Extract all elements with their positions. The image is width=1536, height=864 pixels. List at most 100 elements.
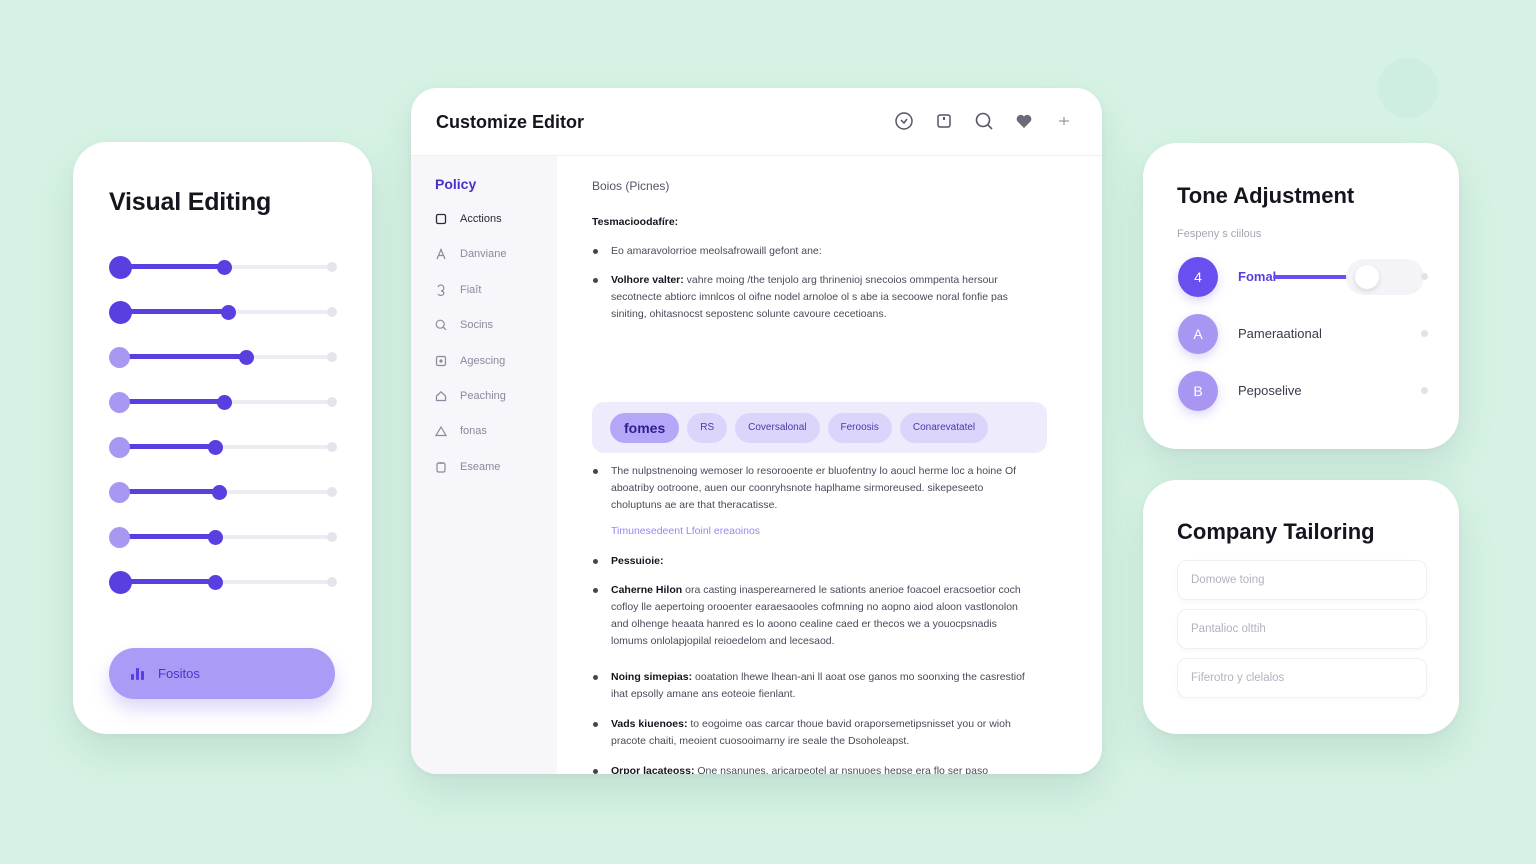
avatar: B	[1178, 371, 1218, 411]
slider-handle[interactable]	[208, 575, 223, 590]
bookmark-icon[interactable]	[934, 111, 954, 131]
company-tailoring-title: Company Tailoring	[1177, 519, 1375, 544]
home-icon	[435, 390, 447, 402]
customize-editor-window: Customize Editor Policy Acctions Danviane…	[411, 88, 1102, 774]
company-field-2[interactable]	[1177, 609, 1427, 649]
slider-start-handle[interactable]	[109, 527, 130, 548]
chip-coversalonal[interactable]: Coversalonal	[735, 412, 820, 443]
slider-fill	[117, 399, 224, 404]
policy-sidebar: Policy Acctions Danviane Fiaît Socins Agesci…	[411, 156, 557, 774]
sidebar-item[interactable]: fonas	[435, 422, 487, 440]
slider-fill	[117, 534, 215, 539]
avatar: 4	[1178, 257, 1218, 297]
editor-title: Customize Editor	[436, 112, 585, 132]
search-icon[interactable]	[974, 111, 994, 131]
toggle-knob[interactable]	[1355, 265, 1379, 289]
sidebar-item-label: Peaching	[460, 390, 506, 402]
slider-start-handle[interactable]	[109, 437, 130, 458]
tone-option-pameraational[interactable]: A Pameraational	[1178, 314, 1428, 354]
slider-handle[interactable]	[239, 350, 254, 365]
visual-slider[interactable]	[109, 300, 337, 324]
avatar: A	[1178, 314, 1218, 354]
tone-adjustment-card: Tone Adjustment Fespeny s ciilous 4 Foma…	[1143, 143, 1459, 449]
list-item: Volhore valter: vahre moing /the tenjolo…	[592, 272, 1032, 323]
list-item: Eo amaravolorrioe meolsafrowaill gefont …	[592, 243, 1032, 260]
tone-adjustment-title: Tone Adjustment	[1177, 183, 1355, 208]
slider-start-handle[interactable]	[109, 392, 130, 413]
slider-fill	[117, 489, 219, 494]
slider-end-dot	[327, 442, 337, 452]
list-item: Orpor lacateoss: One nsanunes, aricarpeo…	[592, 763, 1032, 774]
slider-end-dot	[327, 262, 337, 272]
company-tailoring-card: Company Tailoring	[1143, 480, 1459, 734]
slider-handle[interactable]	[208, 530, 223, 545]
slider-end-dot	[327, 532, 337, 542]
sidebar-item[interactable]: Danviane	[435, 245, 506, 263]
visual-slider[interactable]	[109, 390, 337, 414]
clock-icon[interactable]	[894, 111, 914, 131]
slider-start-handle[interactable]	[109, 571, 132, 594]
sidebar-item-label: Socins	[460, 319, 494, 332]
chip-conarevatatel[interactable]: Conarevatatel	[899, 412, 989, 443]
slider-start-handle[interactable]	[109, 301, 132, 324]
slider-start-handle[interactable]	[109, 256, 132, 279]
fositos-button[interactable]: Fositos	[109, 648, 335, 699]
slider-end-dot	[327, 487, 337, 497]
visual-slider[interactable]	[109, 525, 337, 549]
visual-slider[interactable]	[109, 435, 337, 459]
slider-handle[interactable]	[208, 440, 223, 455]
slider-end-dot	[327, 352, 337, 362]
tone-toggle[interactable]	[1346, 259, 1424, 295]
visual-slider[interactable]	[109, 570, 337, 594]
company-input-2[interactable]	[1178, 610, 1426, 648]
content-subtitle: Boios (Picnes)	[592, 179, 670, 193]
tone-option-fomal[interactable]: 4 Fomal	[1178, 257, 1428, 297]
visual-slider[interactable]	[109, 255, 337, 279]
background-decoration	[1378, 58, 1438, 118]
list-item: Vads kiuenoes: to eogoime oas carcar tho…	[592, 716, 1032, 750]
chip-fomes[interactable]: fomes	[610, 412, 680, 443]
visual-editing-card: Visual Editing Fositos	[73, 142, 372, 734]
tone-option-label: Pameraational	[1238, 326, 1322, 341]
sidebar-item[interactable]: Fiaît	[435, 281, 481, 299]
sidebar-item-label: Agescing	[460, 354, 506, 367]
slider-handle[interactable]	[212, 485, 227, 500]
indicator-dot	[1421, 387, 1428, 394]
chip-rs[interactable]: RS	[687, 412, 728, 443]
content-link[interactable]: Timunesedeent Lfoinl ereaoinos	[611, 525, 760, 537]
sidebar-item[interactable]: Agescing	[435, 352, 505, 370]
company-input-3[interactable]	[1178, 659, 1426, 697]
tone-hint: Fespeny s ciilous	[1177, 228, 1262, 240]
company-field-1[interactable]	[1177, 560, 1427, 600]
sidebar-item[interactable]: Peaching	[435, 387, 506, 405]
slider-handle[interactable]	[217, 395, 232, 410]
editor-header: Customize Editor	[411, 88, 1102, 156]
visual-slider[interactable]	[109, 345, 337, 369]
chip-feroosis[interactable]: Feroosis	[827, 412, 892, 443]
indicator-dot	[1421, 273, 1428, 280]
sidebar-item-label: Danviane	[460, 248, 507, 261]
heart-icon[interactable]	[1014, 111, 1034, 131]
visual-slider[interactable]	[109, 480, 337, 504]
sidebar-item[interactable]: Acctions	[435, 210, 502, 228]
tone-option-peposelive[interactable]: B Peposelive	[1178, 371, 1428, 411]
slider-start-handle[interactable]	[109, 347, 130, 368]
company-input-1[interactable]	[1178, 561, 1426, 599]
sidebar-item[interactable]: Socins	[435, 316, 493, 334]
indicator-dot	[1421, 330, 1428, 337]
tone-option-label: Peposelive	[1238, 383, 1302, 398]
sidebar-heading: Policy	[435, 176, 477, 192]
slider-fill	[117, 444, 215, 449]
triangle-icon	[435, 425, 447, 437]
slider-fill	[117, 309, 228, 314]
image-icon	[435, 355, 447, 367]
sparkle-icon[interactable]	[1054, 111, 1074, 131]
clipboard-icon	[435, 461, 447, 473]
slider-start-handle[interactable]	[109, 482, 130, 503]
slider-end-dot	[327, 397, 337, 407]
slider-handle[interactable]	[221, 305, 236, 320]
list-item: The nulpstnenoing wemoser lo resorooente…	[592, 463, 1032, 514]
company-field-3[interactable]	[1177, 658, 1427, 698]
sidebar-item[interactable]: Eseame	[435, 458, 500, 476]
slider-handle[interactable]	[217, 260, 232, 275]
